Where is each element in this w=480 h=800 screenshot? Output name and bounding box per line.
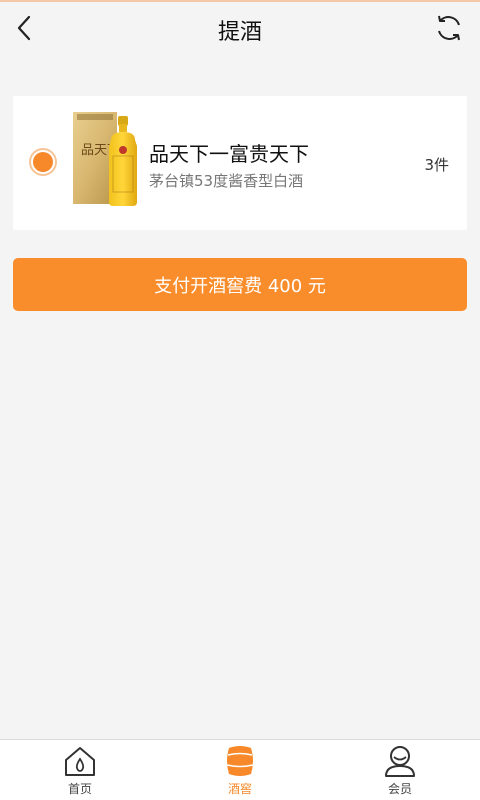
product-image: 品天下 <box>73 112 137 206</box>
member-icon <box>385 746 415 777</box>
tab-wine-cellar[interactable]: 酒窖 <box>190 740 290 800</box>
home-icon <box>65 747 95 776</box>
refresh-icon <box>438 15 460 41</box>
pay-cellar-fee-button[interactable]: 支付开酒窖费 400 元 <box>13 258 467 311</box>
item-select-radio[interactable] <box>29 148 57 176</box>
item-subtitle: 茅台镇53度酱香型白酒 <box>149 172 304 190</box>
header: 提酒 <box>0 2 480 56</box>
tab-member-label: 会员 <box>387 782 412 796</box>
page-title: 提酒 <box>217 20 262 45</box>
bottom-tab-bar: 首页 酒窖 会员 <box>0 739 480 800</box>
radio-selected-dot <box>33 152 53 172</box>
item-quantity: 3件 <box>424 156 449 174</box>
wine-cellar-icon <box>226 746 254 776</box>
tab-home-label: 首页 <box>67 782 92 796</box>
item-name: 品天下一富贵天下 <box>149 142 309 166</box>
tab-home[interactable]: 首页 <box>30 740 130 800</box>
wine-item-card[interactable]: 品天下 品天下一富贵天下 茅台镇53度酱香型白酒 3件 <box>13 96 467 230</box>
tab-wine-cellar-label: 酒窖 <box>227 782 252 796</box>
tab-member[interactable]: 会员 <box>350 740 450 800</box>
refresh-button[interactable] <box>432 11 466 45</box>
